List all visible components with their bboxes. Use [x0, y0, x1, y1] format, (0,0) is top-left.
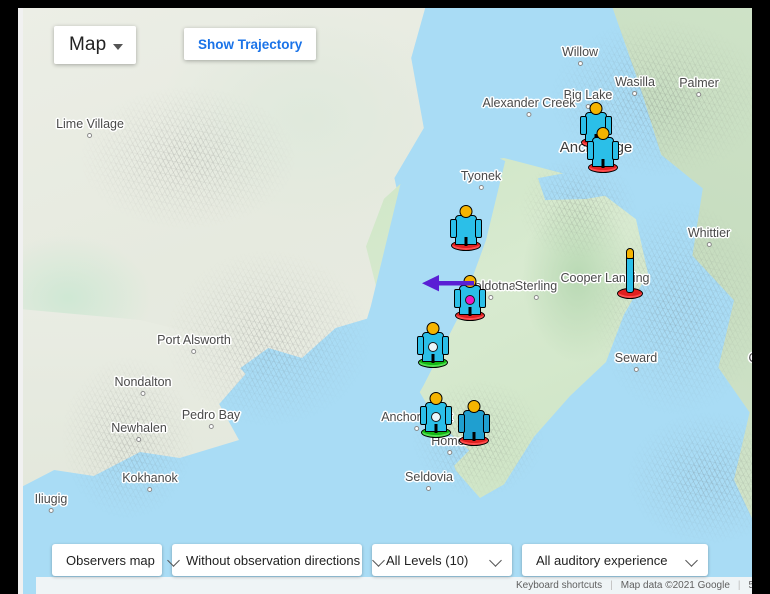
screenshot-root: Willow Wasilla Palmer Big Lake Alexander Cre… — [0, 0, 770, 594]
keyboard-shortcuts-link[interactable]: Keyboard shortcuts — [516, 580, 602, 591]
letterbox-right — [752, 0, 770, 594]
marker-legs — [472, 432, 476, 441]
letterbox-left — [0, 0, 18, 594]
letterbox-top — [0, 0, 770, 8]
observer-anchorage-2[interactable] — [586, 121, 620, 173]
marker-head-icon — [429, 392, 443, 405]
filter-levels[interactable]: All Levels (10) — [372, 544, 512, 576]
filter-auditory-experience-label: All auditory experience — [536, 552, 668, 568]
marker-legs — [464, 237, 468, 246]
filter-bar: Observers map Without observation direct… — [36, 544, 752, 576]
observer-cooper[interactable] — [617, 247, 643, 299]
chevron-down-icon — [491, 555, 502, 566]
filter-auditory-experience[interactable]: All auditory experience — [522, 544, 708, 576]
marker-status-badge — [428, 342, 438, 352]
map-type-label: Map — [69, 34, 107, 55]
map-canvas[interactable]: Willow Wasilla Palmer Big Lake Alexander Cre… — [18, 8, 752, 594]
observer-ninilchik[interactable] — [416, 316, 450, 368]
marker-legs — [468, 307, 472, 316]
observer-homer[interactable] — [457, 394, 491, 446]
marker-head-icon — [467, 400, 481, 413]
viewport-edge-strip — [18, 8, 23, 594]
chevron-down-icon — [374, 555, 385, 566]
map-type-button[interactable]: Map — [54, 26, 137, 64]
show-trajectory-button[interactable]: Show Trajectory — [184, 28, 317, 60]
marker-legs — [434, 424, 438, 433]
attribution-separator-2: | — [737, 580, 741, 591]
chevron-down-icon — [113, 43, 124, 50]
marker-body — [626, 255, 634, 293]
filter-observation-directions-label: Without observation directions — [186, 552, 361, 568]
attribution-separator-1: | — [610, 580, 613, 591]
marker-legs — [601, 159, 605, 168]
observation-direction-arrow — [422, 275, 474, 292]
marker-status-badge — [431, 412, 441, 422]
marker-head-icon — [626, 248, 634, 259]
filter-observers-map-label: Observers map — [66, 552, 155, 568]
marker-head-icon — [596, 127, 610, 140]
filter-levels-label: All Levels (10) — [386, 552, 469, 568]
chevron-down-icon — [687, 555, 698, 566]
marker-head-icon — [459, 205, 473, 218]
map-attribution-bar: Keyboard shortcuts | Map data ©2021 Goog… — [36, 577, 752, 594]
marker-head-icon — [589, 102, 603, 115]
observer-anchorpoint[interactable] — [419, 386, 453, 438]
filter-observation-directions[interactable]: Without observation directions — [172, 544, 362, 576]
filter-observers-map[interactable]: Observers map — [52, 544, 162, 576]
show-trajectory-label: Show Trajectory — [198, 36, 303, 52]
marker-legs — [431, 354, 435, 363]
map-data-credit: Map data ©2021 Google — [620, 580, 730, 591]
marker-head-icon — [426, 322, 440, 335]
chevron-down-icon — [169, 555, 180, 566]
marker-status-badge — [465, 295, 475, 305]
observer-tyonek[interactable] — [449, 199, 483, 251]
